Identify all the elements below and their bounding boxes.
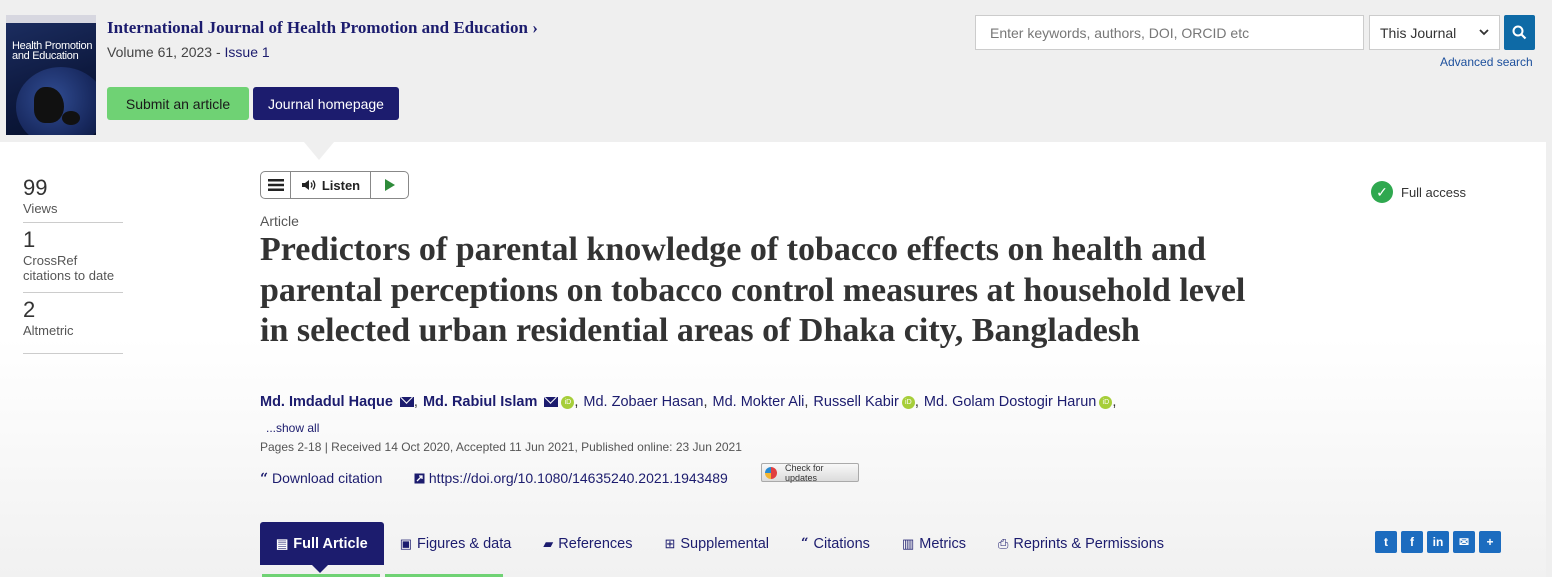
book-icon: ▰: [543, 535, 554, 551]
external-link-icon: [414, 473, 425, 484]
metric-value: 1: [23, 227, 36, 252]
menu-button[interactable]: [261, 172, 291, 198]
play-button[interactable]: [371, 172, 408, 198]
download-citation-label: Download citation: [271, 470, 383, 486]
author-list: Md. Imdadul Haque , Md. Rabiul Islam iD,…: [260, 394, 1117, 410]
metric-value: 2: [23, 297, 36, 322]
facebook-icon[interactable]: f: [1401, 531, 1423, 553]
listen-label: Listen: [321, 177, 361, 193]
chevron-down-icon: [1479, 29, 1489, 36]
article-title: Predictors of parental knowledge of toba…: [260, 231, 1246, 349]
metric-label: Views: [23, 201, 58, 216]
listen-button[interactable]: Listen: [291, 172, 371, 198]
divider: [23, 222, 123, 223]
tab-full-article[interactable]: ▤ Full Article: [260, 522, 384, 565]
plus-square-icon: ⊞: [664, 535, 676, 551]
tab-metrics[interactable]: ▥ Metrics: [886, 522, 982, 565]
file-icon: ▤: [276, 535, 289, 551]
author-link[interactable]: Md. Rabiul Islam: [423, 394, 537, 410]
tab-citations[interactable]: “ Citations: [785, 522, 886, 565]
print-icon: ⎙: [997, 535, 1009, 551]
author-link[interactable]: Md. Imdadul Haque: [260, 394, 393, 410]
tab-supplemental[interactable]: ⊞ Supplemental: [648, 522, 785, 565]
tab-figures-data[interactable]: ▣ Figures & data: [384, 522, 528, 565]
advanced-search-link[interactable]: Advanced search: [1440, 55, 1533, 69]
metric-crossref[interactable]: 1 CrossRef citations to date: [23, 227, 123, 283]
share-more-icon[interactable]: +: [1479, 531, 1501, 553]
tab-label: Figures & data: [416, 535, 512, 552]
divider: [23, 292, 123, 293]
orcid-icon[interactable]: iD: [901, 395, 915, 409]
check-for-updates-button[interactable]: Check for updates: [761, 462, 859, 483]
access-status: ✓ Full access: [1371, 181, 1466, 203]
author-link[interactable]: Md. Golam Dostogir Harun: [924, 394, 1096, 410]
journal-homepage-button[interactable]: Journal homepage: [253, 87, 399, 120]
quote-icon: “: [801, 536, 809, 551]
doi-link[interactable]: https://doi.org/10.1080/14635240.2021.19…: [414, 470, 728, 486]
tab-label: Supplemental: [680, 535, 770, 552]
search-scope-select[interactable]: This Journal: [1369, 15, 1500, 50]
tab-label: Citations: [813, 535, 870, 552]
divider: [23, 353, 123, 354]
active-tab-notch: [312, 565, 328, 573]
check-circle-icon: ✓: [1371, 181, 1393, 203]
tab-label: References: [558, 535, 633, 552]
submit-article-button[interactable]: Submit an article: [107, 87, 249, 120]
metric-views[interactable]: 99 Views: [23, 175, 57, 216]
orcid-icon[interactable]: iD: [1099, 395, 1113, 409]
author-link[interactable]: Md. Mokter Ali: [713, 394, 805, 410]
email-icon[interactable]: [544, 397, 559, 407]
check-updates-label: Check for updates: [785, 462, 824, 483]
twitter-icon[interactable]: t: [1375, 531, 1397, 553]
bar-chart-icon: ▥: [901, 535, 915, 551]
search-input[interactable]: Enter keywords, authors, DOI, ORCID etc: [975, 15, 1364, 50]
show-all-authors-link[interactable]: ...show all: [266, 421, 319, 435]
search-scope-value: This Journal: [1380, 24, 1457, 41]
email-icon[interactable]: [399, 397, 414, 407]
journal-title: International Journal of Health Promotio…: [107, 18, 528, 37]
volume-issue: Volume 61, 2023 - Issue 1: [107, 44, 270, 60]
publication-dates: Pages 2-18 | Received 14 Oct 2020, Accep…: [260, 440, 742, 454]
volume-text: Volume 61, 2023 -: [107, 44, 225, 60]
metric-label: CrossRef citations to date: [23, 253, 115, 283]
article-type: Article: [260, 213, 299, 229]
article-tabs: ▤ Full Article ▣ Figures & data ▰ Refere…: [260, 522, 1180, 565]
tab-label: Reprints & Permissions: [1013, 535, 1165, 552]
tab-references[interactable]: ▰ References: [527, 522, 648, 565]
linkedin-icon[interactable]: in: [1427, 531, 1449, 553]
menu-icon: [267, 179, 284, 191]
image-icon: ▣: [399, 535, 412, 551]
author-link[interactable]: Russell Kabir: [813, 394, 898, 410]
orcid-icon[interactable]: iD: [561, 395, 575, 409]
share-bar: t f in ✉ +: [1375, 531, 1501, 553]
article-panel: [0, 142, 1546, 577]
tab-label: Metrics: [919, 535, 966, 552]
journal-title-link[interactable]: International Journal of Health Promotio…: [107, 18, 538, 38]
metric-altmetric[interactable]: 2 Altmetric: [23, 297, 74, 338]
access-label: Full access: [1401, 184, 1467, 200]
search-icon: [1512, 25, 1527, 40]
panel-notch: [304, 142, 334, 160]
listen-player: Listen: [260, 171, 409, 199]
cover-title: Health Promotion and Education: [12, 40, 93, 62]
quote-icon: “: [260, 471, 269, 487]
metric-value: 99: [23, 175, 48, 200]
chevron-right-icon: ›: [532, 18, 538, 37]
tab-reprints-permissions[interactable]: ⎙ Reprints & Permissions: [982, 522, 1180, 565]
issue-link[interactable]: Issue 1: [225, 44, 270, 60]
crossmark-icon: [765, 466, 777, 479]
doi-url: https://doi.org/10.1080/14635240.2021.19…: [428, 470, 728, 486]
search-button[interactable]: [1504, 15, 1535, 50]
download-citation-link[interactable]: “ Download citation: [260, 470, 382, 487]
metric-label: Altmetric: [23, 323, 74, 338]
play-icon: [384, 179, 395, 191]
journal-cover-image[interactable]: Health Promotion and Education: [6, 15, 96, 135]
speaker-icon: [301, 180, 316, 190]
email-share-icon[interactable]: ✉: [1453, 531, 1475, 553]
tab-label: Full Article: [293, 535, 368, 552]
author-link[interactable]: Md. Zobaer Hasan: [583, 394, 703, 410]
